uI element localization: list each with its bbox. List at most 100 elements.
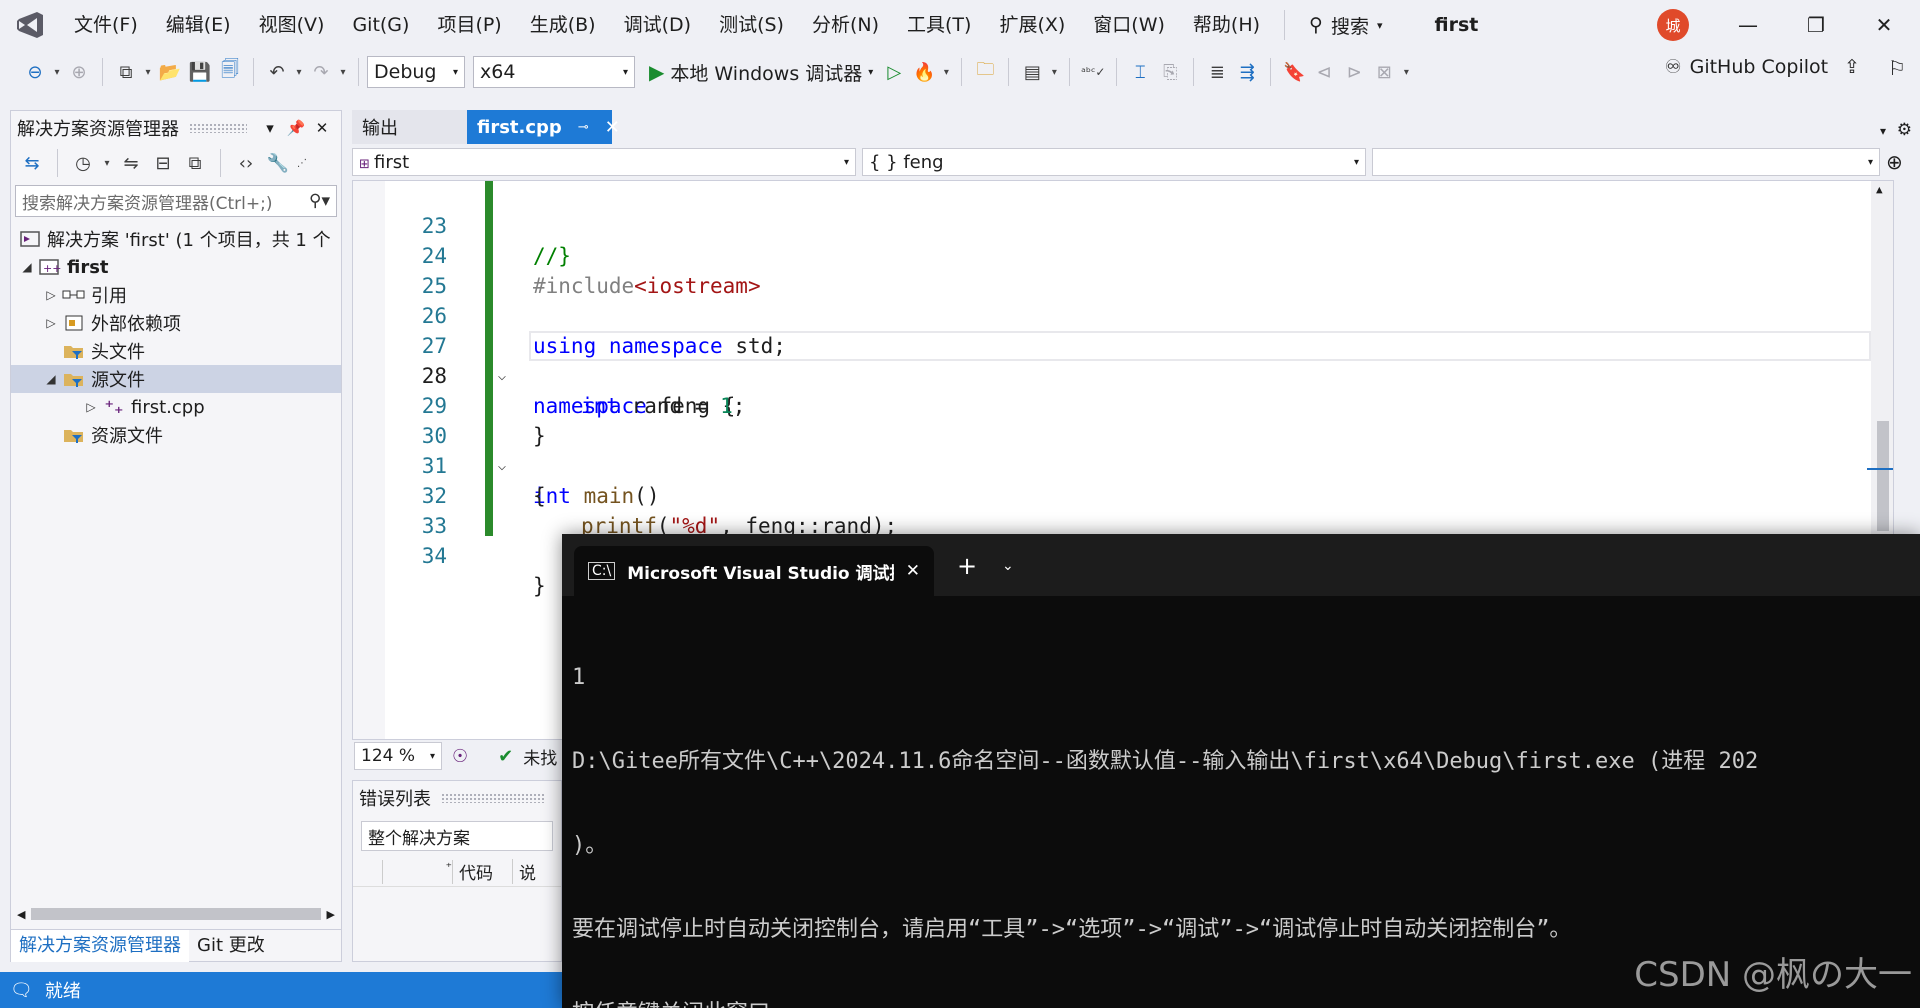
text-cursor-icon[interactable]: ⌶	[1125, 57, 1155, 87]
menu-help[interactable]: 帮助(H)	[1179, 0, 1274, 50]
menu-window[interactable]: 窗口(W)	[1079, 0, 1179, 50]
copy-disabled-icon[interactable]: ⎘	[1155, 57, 1185, 87]
scroll-thumb[interactable]	[31, 908, 321, 920]
chevron-down-icon[interactable]: ▾	[141, 67, 155, 78]
sync-view-icon[interactable]: ⇆	[17, 148, 47, 178]
member-select[interactable]: ▾	[1372, 148, 1880, 176]
redo-icon[interactable]: ↷	[306, 57, 336, 87]
share-icon[interactable]: ⇪	[1844, 56, 1860, 78]
menu-extensions[interactable]: 扩展(X)	[985, 0, 1079, 50]
column-code[interactable]: 代码	[453, 859, 513, 884]
start-without-debugging-icon[interactable]: ▷	[879, 57, 909, 87]
comment-lines-icon[interactable]: ≣	[1202, 57, 1232, 87]
expanded-arrow-icon[interactable]: ◢	[17, 260, 37, 274]
next-bookmark-icon[interactable]: ⊳	[1339, 57, 1369, 87]
close-tab-icon[interactable]: ✕	[605, 117, 620, 138]
visual-studio-logo-icon[interactable]	[0, 0, 60, 50]
pin-icon[interactable]: 📌	[283, 119, 309, 137]
save-icon[interactable]: 💾	[185, 57, 215, 87]
switch-views-icon[interactable]: ⇋	[116, 148, 146, 178]
error-scope-select[interactable]: 整个解决方案	[361, 821, 553, 851]
tree-item-project[interactable]: ◢ ++ first	[11, 253, 341, 281]
layout-icon[interactable]: ▤	[1017, 57, 1047, 87]
save-all-icon[interactable]: 🗐	[215, 57, 245, 87]
scroll-right-icon[interactable]: ▶	[327, 908, 335, 921]
drag-grip[interactable]	[441, 793, 545, 803]
column-description[interactable]: 说	[513, 859, 536, 884]
namespace-select[interactable]: { } feng ▾	[862, 148, 1366, 176]
menu-debug[interactable]: 调试(D)	[610, 0, 705, 50]
intellicode-icon[interactable]: ☉	[452, 746, 468, 767]
tab-solution-explorer[interactable]: 解决方案资源管理器	[11, 929, 189, 962]
uncomment-lines-icon[interactable]: ⇶	[1232, 57, 1262, 87]
tree-item-resource-files[interactable]: 资源文件	[11, 421, 341, 449]
clear-bookmarks-icon[interactable]: ⊠	[1369, 57, 1399, 87]
menu-tools[interactable]: 工具(T)	[893, 0, 985, 50]
debug-console-window[interactable]: C:\ Microsoft Visual Studio 调试控 ✕ + ⌄ 1 …	[562, 534, 1920, 1008]
undo-icon[interactable]: ↶	[262, 57, 292, 87]
menu-git[interactable]: Git(G)	[338, 0, 423, 50]
chevron-down-icon[interactable]: ⌄	[1002, 558, 1014, 574]
split-editor-icon[interactable]: ⊕	[1886, 150, 1903, 174]
scroll-thumb[interactable]	[1877, 421, 1889, 531]
menu-file[interactable]: 文件(F)	[60, 0, 152, 50]
chevron-down-icon[interactable]: ▾	[1047, 67, 1061, 78]
scroll-up-icon[interactable]: ▲	[1876, 183, 1883, 196]
new-project-icon[interactable]: ⧉	[111, 57, 141, 87]
feedback-icon[interactable]: ⚐	[1888, 56, 1906, 80]
search-button[interactable]: ⚲ 搜索 ▾	[1295, 12, 1396, 39]
platform-select[interactable]: x64 ▾	[473, 56, 635, 88]
minimize-icon[interactable]: —	[1720, 0, 1776, 50]
spell-check-icon[interactable]: ᵃᵇᶜ✓	[1078, 57, 1108, 87]
menu-project[interactable]: 项目(P)	[423, 0, 515, 50]
horizontal-scrollbar[interactable]: ◀ ▶	[17, 907, 335, 921]
menu-build[interactable]: 生成(B)	[516, 0, 610, 50]
collapse-all-icon[interactable]: ⊟	[148, 148, 178, 178]
start-debugging-button[interactable]: ▶ 本地 Windows 调试器 ▾	[643, 59, 879, 86]
collapsed-arrow-icon[interactable]: ▷	[81, 400, 101, 414]
more-icon[interactable]: ⋰	[295, 158, 309, 169]
menu-analyze[interactable]: 分析(N)	[798, 0, 893, 50]
new-tab-icon[interactable]: +	[957, 552, 977, 580]
chevron-down-icon[interactable]: ▾	[50, 67, 64, 78]
close-window-icon[interactable]: ✕	[1856, 0, 1912, 50]
column-sort-icon[interactable]: ⁺	[383, 859, 453, 884]
tree-item-header-files[interactable]: 头文件	[11, 337, 341, 365]
navigate-forward-icon[interactable]: ⊕	[64, 57, 94, 87]
chevron-down-icon[interactable]: ▾	[1399, 67, 1413, 78]
hot-reload-icon[interactable]: 🔥	[909, 57, 939, 87]
expanded-arrow-icon[interactable]: ◢	[41, 372, 61, 386]
chevron-down-icon[interactable]: ▾	[100, 158, 114, 169]
menu-test[interactable]: 测试(S)	[705, 0, 798, 50]
user-avatar[interactable]: 城	[1657, 9, 1689, 41]
console-tab[interactable]: C:\ Microsoft Visual Studio 调试控 ✕	[574, 546, 934, 596]
restore-icon[interactable]: ❐	[1788, 0, 1844, 50]
chevron-down-icon[interactable]: ▾	[336, 67, 350, 78]
drag-grip[interactable]	[189, 123, 247, 133]
tab-git-changes[interactable]: Git 更改	[189, 930, 273, 962]
github-copilot-button[interactable]: ♾ GitHub Copilot ⇪	[1665, 56, 1860, 78]
tree-item-solution[interactable]: 解决方案 'first' (1 个项目，共 1 个	[11, 225, 341, 253]
find-in-files-icon[interactable]: 🗀	[970, 57, 1000, 87]
show-all-files-icon[interactable]: ⧉	[180, 148, 210, 178]
close-icon[interactable]: ✕	[309, 119, 335, 137]
collapsed-arrow-icon[interactable]: ▷	[41, 316, 61, 330]
menu-view[interactable]: 视图(V)	[245, 0, 339, 50]
chevron-down-icon[interactable]: ▾	[292, 67, 306, 78]
tab-first-cpp[interactable]: first.cpp ⊸ ✕	[467, 110, 620, 144]
pin-icon[interactable]: ⊸	[578, 120, 589, 135]
navigate-back-icon[interactable]: ⊖	[20, 57, 50, 87]
scroll-left-icon[interactable]: ◀	[17, 908, 25, 921]
view-code-icon[interactable]: ‹›	[231, 148, 261, 178]
collapsed-arrow-icon[interactable]: ▷	[41, 288, 61, 302]
chevron-down-icon[interactable]: ▾	[257, 119, 283, 137]
project-scope-select[interactable]: ⊞ first ▾	[352, 148, 856, 176]
history-icon[interactable]: ◷	[68, 148, 98, 178]
solution-search-input[interactable]: 搜索解决方案资源管理器(Ctrl+;) ⚲▾	[15, 185, 337, 217]
tree-item-first-cpp[interactable]: ▷ ⁺₊ first.cpp	[11, 393, 341, 421]
settings-gear-icon[interactable]: ⚙	[1897, 120, 1912, 140]
open-folder-icon[interactable]: 📂	[155, 57, 185, 87]
zoom-select[interactable]: 124 % ▾	[354, 742, 442, 770]
previous-bookmark-icon[interactable]: ⊲	[1309, 57, 1339, 87]
bookmark-icon[interactable]: 🔖	[1279, 57, 1309, 87]
